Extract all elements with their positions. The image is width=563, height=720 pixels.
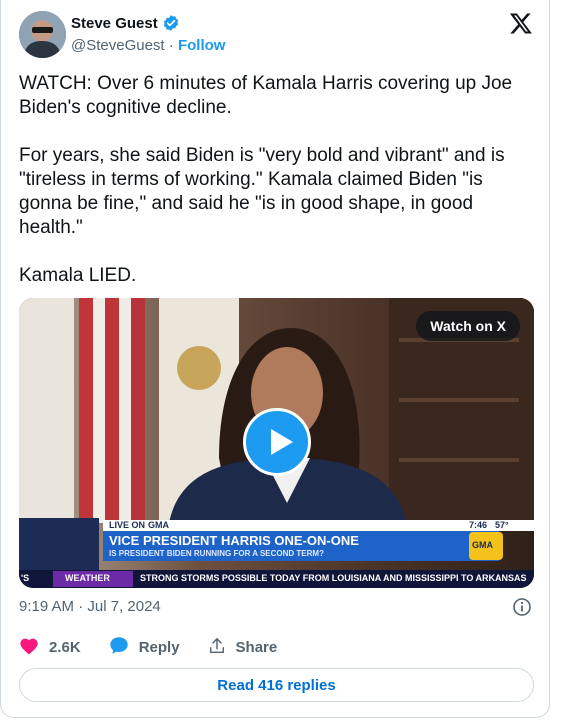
tweet-card: Steve Guest @SteveGuest · Follow WATCH: … xyxy=(0,0,550,718)
reply-label: Reply xyxy=(138,639,180,656)
info-icon[interactable] xyxy=(512,597,532,617)
read-replies-button[interactable]: Read 416 replies xyxy=(19,668,534,702)
gma-logo: GMA xyxy=(472,540,493,550)
chyron-ticker: STRONG STORMS POSSIBLE TODAY FROM LOUISI… xyxy=(140,573,527,583)
tweet-timestamp[interactable]: 9:19 AM · Jul 7, 2024 xyxy=(19,598,161,615)
follow-button[interactable]: Follow xyxy=(178,37,226,54)
like-button[interactable]: 2.6K xyxy=(19,637,81,659)
x-logo-icon[interactable] xyxy=(509,11,533,35)
chyron-weather-label: WEATHER xyxy=(65,573,110,583)
reply-bubble-icon xyxy=(109,636,129,659)
verified-badge-icon xyxy=(162,14,180,32)
avatar[interactable] xyxy=(19,11,66,58)
chyron-subhead: IS PRESIDENT BIDEN RUNNING FOR A SECOND … xyxy=(109,549,324,558)
share-button[interactable]: Share xyxy=(208,637,278,659)
play-button-icon[interactable] xyxy=(243,408,311,476)
author-handle[interactable]: @SteveGuest xyxy=(71,37,165,54)
author-name-row[interactable]: Steve Guest xyxy=(71,14,180,32)
author-handle-row: @SteveGuest · Follow xyxy=(71,37,225,54)
action-bar: 2.6K Reply Share xyxy=(19,636,305,659)
heart-icon xyxy=(19,637,39,659)
like-count: 2.6K xyxy=(49,639,81,656)
video-player[interactable]: Watch on X LIVE ON GMA 7:46 57° VICE PRE… xyxy=(19,298,534,588)
separator-dot: · xyxy=(168,37,174,54)
tweet-text: WATCH: Over 6 minutes of Kamala Harris c… xyxy=(19,73,513,286)
watch-on-x-button[interactable]: Watch on X xyxy=(416,311,520,341)
reply-button[interactable]: Reply xyxy=(109,636,180,659)
news-chyron: LIVE ON GMA 7:46 57° VICE PRESIDENT HARR… xyxy=(19,518,534,588)
chyron-left-fragment: 'S xyxy=(21,573,30,583)
chyron-temp: 57° xyxy=(495,520,509,530)
chyron-network-label: GMA xyxy=(148,520,169,530)
chyron-headline: VICE PRESIDENT HARRIS ONE-ON-ONE xyxy=(109,533,359,548)
chyron-clock: 7:46 xyxy=(469,520,488,530)
chyron-live-label: LIVE ON xyxy=(109,520,146,530)
author-name[interactable]: Steve Guest xyxy=(71,15,158,32)
share-icon xyxy=(208,637,226,659)
share-label: Share xyxy=(235,639,278,656)
